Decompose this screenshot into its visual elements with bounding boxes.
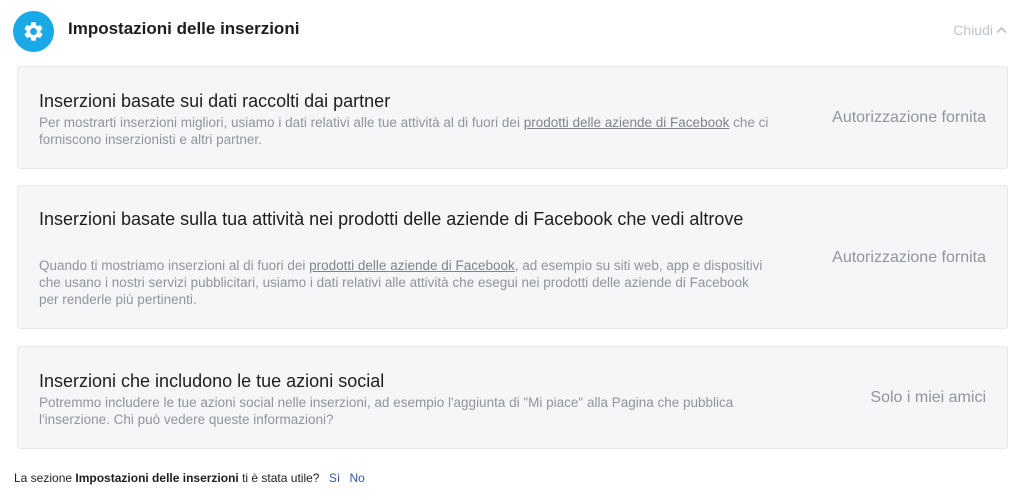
feedback-section-name: Impostazioni delle inserzioni — [75, 471, 239, 485]
feedback-no-link[interactable]: No — [350, 471, 365, 485]
card-status: Solo i miei amici — [870, 389, 986, 406]
feedback-yes-link[interactable]: Sì — [329, 471, 340, 485]
gear-icon — [13, 11, 54, 52]
close-label: Chiudi — [953, 22, 993, 38]
chevron-up-icon — [996, 21, 1007, 37]
setting-card-social-actions[interactable]: Inserzioni che includono le tue azioni s… — [17, 346, 1008, 449]
card-status: Autorizzazione fornita — [832, 109, 986, 126]
card-description: Per mostrarti inserzioni migliori, usiam… — [39, 115, 769, 147]
card-status: Autorizzazione fornita — [832, 249, 986, 266]
card-title: Inserzioni che includono le tue azioni s… — [39, 371, 385, 391]
page-title: Impostazioni delle inserzioni — [68, 19, 300, 38]
close-button[interactable]: Chiudi — [953, 22, 1007, 38]
facebook-products-link[interactable]: prodotti delle aziende di Facebook — [524, 115, 730, 130]
setting-card-partner-data[interactable]: Inserzioni basate sui dati raccolti dai … — [17, 66, 1008, 169]
feedback-prompt: La sezione Impostazioni delle inserzioni… — [14, 471, 365, 485]
card-title: Inserzioni basate sulla tua attività nei… — [39, 209, 744, 229]
card-description: Quando ti mostriamo inserzioni al di fuo… — [39, 258, 763, 307]
card-description: Potremmo includere le tue azioni social … — [39, 395, 734, 427]
card-title: Inserzioni basate sui dati raccolti dai … — [39, 91, 391, 111]
facebook-products-link[interactable]: prodotti delle aziende di Facebook — [309, 258, 515, 273]
setting-card-activity-elsewhere[interactable]: Inserzioni basate sulla tua attività nei… — [17, 185, 1008, 329]
settings-header: Impostazioni delle inserzioni Chiudi — [0, 0, 1024, 62]
